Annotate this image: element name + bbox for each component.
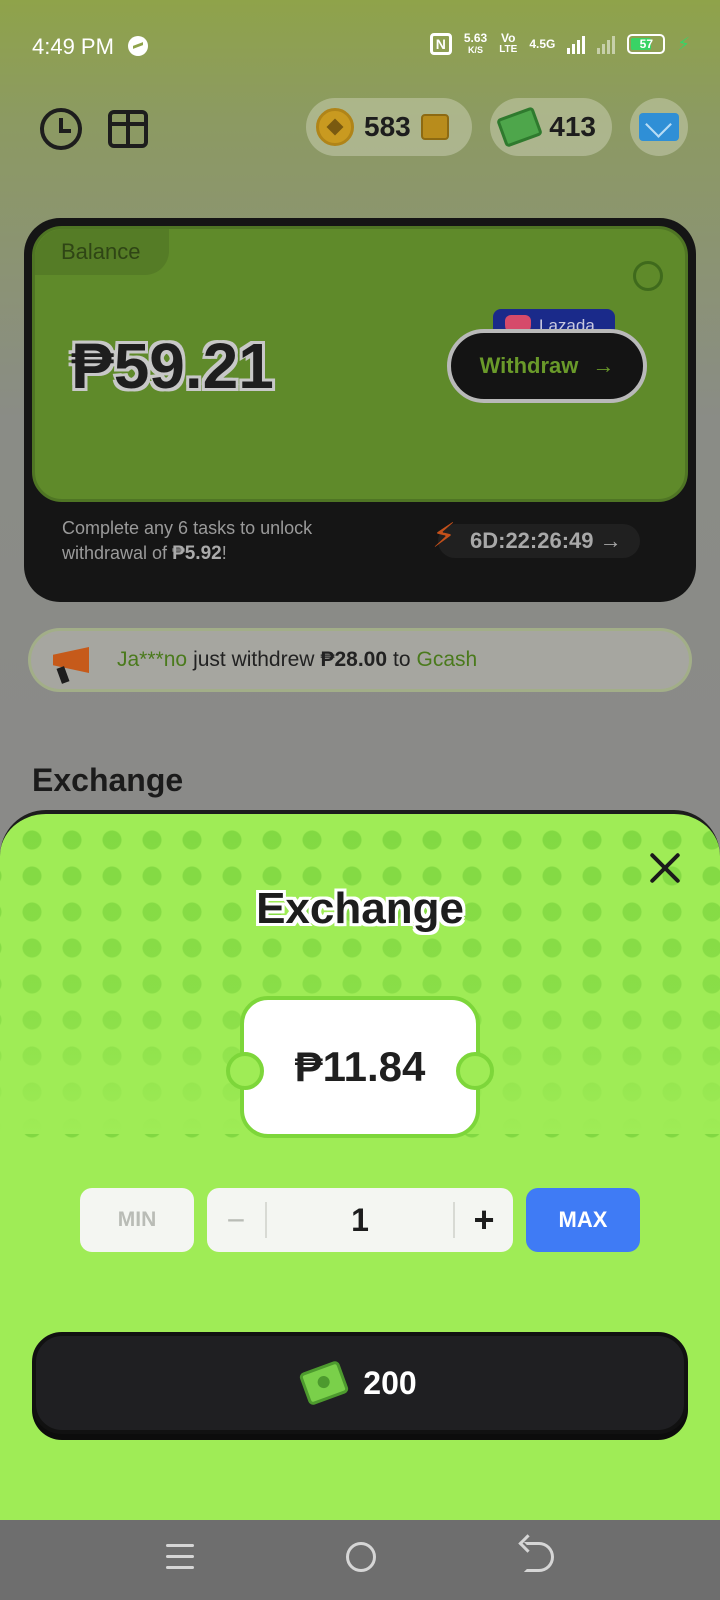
max-button[interactable]: MAX bbox=[526, 1188, 640, 1252]
coin-count: 583 bbox=[364, 111, 411, 142]
status-time: 4:49 PM bbox=[32, 34, 114, 59]
battery-level: 57 bbox=[639, 37, 654, 51]
exchange-sheet: Exchange ₱11.84 MIN − 1 + MAX 200 bbox=[0, 810, 720, 1520]
task-line-2-prefix: withdrawal of bbox=[62, 543, 173, 563]
top-toolbar: 583 413 bbox=[0, 98, 720, 158]
ticker-amount: ₱28.00 bbox=[320, 648, 388, 671]
withdraw-button[interactable]: Withdraw → bbox=[447, 329, 647, 403]
task-suffix: ! bbox=[221, 543, 227, 563]
net-speed-value: 5.63 bbox=[463, 31, 488, 45]
coin-balance-pill[interactable]: 583 bbox=[306, 98, 472, 156]
cash-count: 413 bbox=[549, 111, 596, 142]
ticker-method: Gcash bbox=[416, 648, 478, 671]
volte-label: Vo bbox=[501, 31, 516, 45]
nfc-icon: N bbox=[429, 33, 452, 55]
net-speed: 5.63 K/S bbox=[464, 32, 487, 56]
volte-indicator: Vo LTE bbox=[499, 32, 517, 56]
cash-balance-pill[interactable]: 413 bbox=[490, 98, 612, 156]
tag-hole-decoration bbox=[633, 261, 663, 291]
signal-icon-secondary bbox=[597, 34, 616, 54]
balance-tag: Balance bbox=[35, 229, 169, 275]
battery-icon: 57 bbox=[627, 34, 666, 54]
status-bar: 4:49 PM N 5.63 K/S Vo LTE 4.5G 57 ⚡ bbox=[0, 0, 720, 94]
lightning-icon: ⚡ bbox=[432, 517, 456, 555]
coin-icon bbox=[316, 108, 354, 146]
confirm-exchange-button[interactable]: 200 bbox=[32, 1332, 688, 1434]
balance-panel: Balance ₱59.21 Lazada Withdraw → bbox=[32, 226, 688, 502]
min-button[interactable]: MIN bbox=[80, 1188, 194, 1252]
menu-icon[interactable] bbox=[166, 1544, 194, 1572]
close-icon[interactable] bbox=[648, 850, 682, 884]
network-label: 4.5G bbox=[529, 37, 556, 51]
section-heading: Exchange bbox=[32, 762, 184, 798]
sheet-title: Exchange bbox=[256, 884, 464, 933]
confirm-cost: 200 bbox=[363, 1364, 417, 1401]
ticker-text: just withdrew bbox=[193, 648, 315, 671]
net-speed-unit: K/S bbox=[468, 45, 484, 55]
ticket-value: ₱11.84 bbox=[294, 1043, 426, 1090]
arrow-right-icon: → bbox=[592, 353, 615, 378]
exchange-ticket: ₱11.84 bbox=[226, 996, 494, 1138]
ticker-user: Ja***no bbox=[117, 648, 188, 671]
messenger-icon bbox=[128, 36, 148, 56]
mail-icon bbox=[639, 113, 679, 141]
gift-icon[interactable] bbox=[108, 110, 148, 148]
balance-card: Balance ₱59.21 Lazada Withdraw → Complet… bbox=[24, 218, 696, 602]
home-icon[interactable] bbox=[346, 1542, 376, 1572]
history-icon[interactable] bbox=[40, 108, 82, 150]
decrement-button[interactable]: − bbox=[207, 1188, 265, 1252]
withdraw-label: Withdraw bbox=[479, 353, 579, 378]
signal-icon bbox=[567, 34, 586, 54]
task-unlock-text: Complete any 6 tasks to unlock withdrawa… bbox=[62, 516, 312, 566]
chest-icon bbox=[420, 114, 449, 140]
countdown-timer[interactable]: 6D:22:26:49 → bbox=[438, 524, 640, 558]
quantity-value[interactable]: 1 bbox=[267, 1188, 453, 1252]
withdraw-ticker: Ja***no just withdrew ₱28.00 to Gcash bbox=[28, 628, 692, 692]
cash-icon bbox=[496, 106, 544, 148]
cash-icon bbox=[298, 1359, 350, 1407]
ticker-to: to bbox=[393, 648, 411, 671]
megaphone-icon bbox=[49, 637, 95, 684]
task-amount: ₱5.92 bbox=[172, 543, 222, 564]
task-line-1: Complete any 6 tasks to unlock bbox=[62, 518, 313, 538]
quantity-row: MIN − 1 + MAX bbox=[0, 1188, 720, 1254]
lte-label: LTE bbox=[499, 44, 518, 55]
back-icon[interactable] bbox=[524, 1542, 554, 1572]
quantity-stepper: − 1 + bbox=[207, 1188, 513, 1252]
mail-button[interactable] bbox=[630, 98, 688, 156]
task-line-2: withdrawal of ₱5.92! bbox=[62, 541, 312, 566]
increment-button[interactable]: + bbox=[455, 1188, 513, 1252]
balance-amount: ₱59.21 bbox=[71, 330, 274, 402]
navigation-bar bbox=[0, 1520, 720, 1600]
charging-icon: ⚡ bbox=[677, 33, 690, 54]
network-type: 4.5G bbox=[529, 38, 555, 50]
status-indicators: N 5.63 K/S Vo LTE 4.5G 57 ⚡ bbox=[429, 32, 690, 56]
